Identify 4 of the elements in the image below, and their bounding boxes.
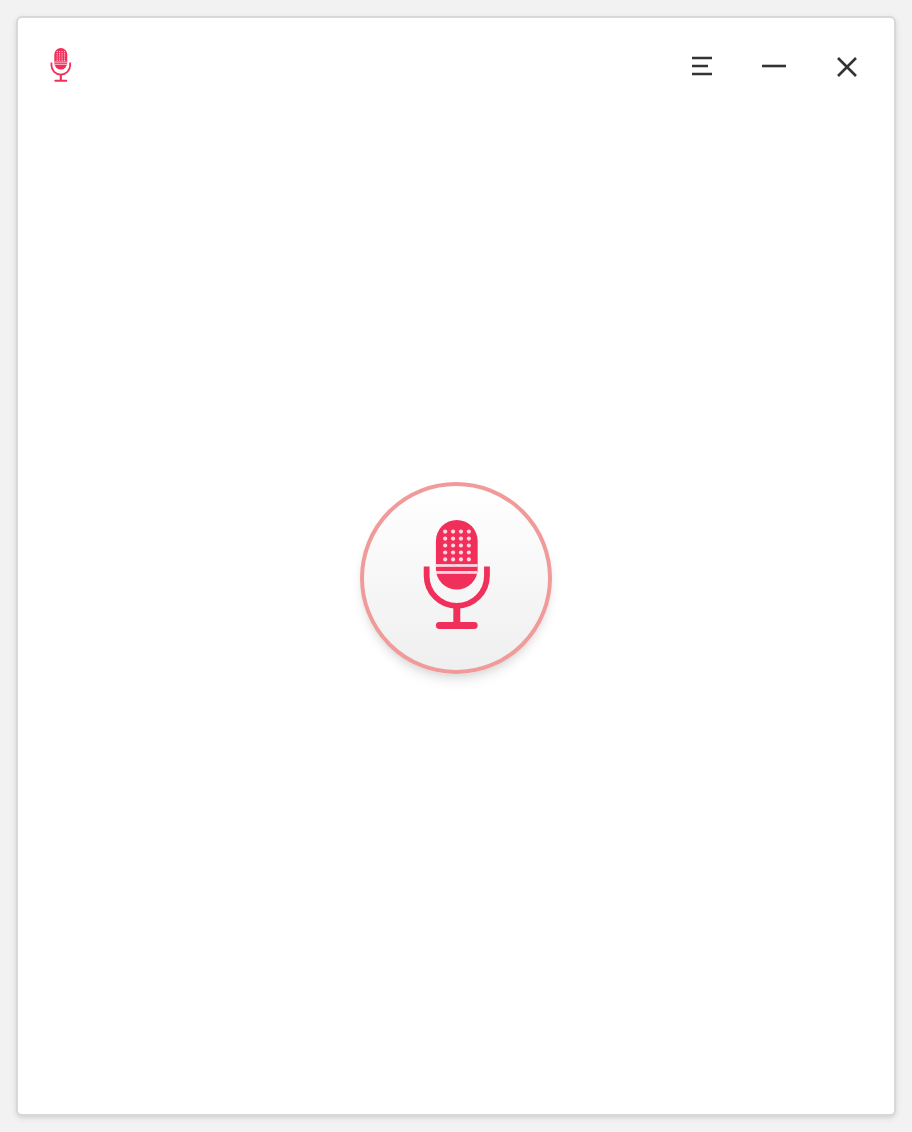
menu-icon (690, 54, 714, 78)
minimize-icon (762, 64, 786, 68)
microphone-icon (50, 48, 72, 84)
close-icon (835, 55, 857, 77)
